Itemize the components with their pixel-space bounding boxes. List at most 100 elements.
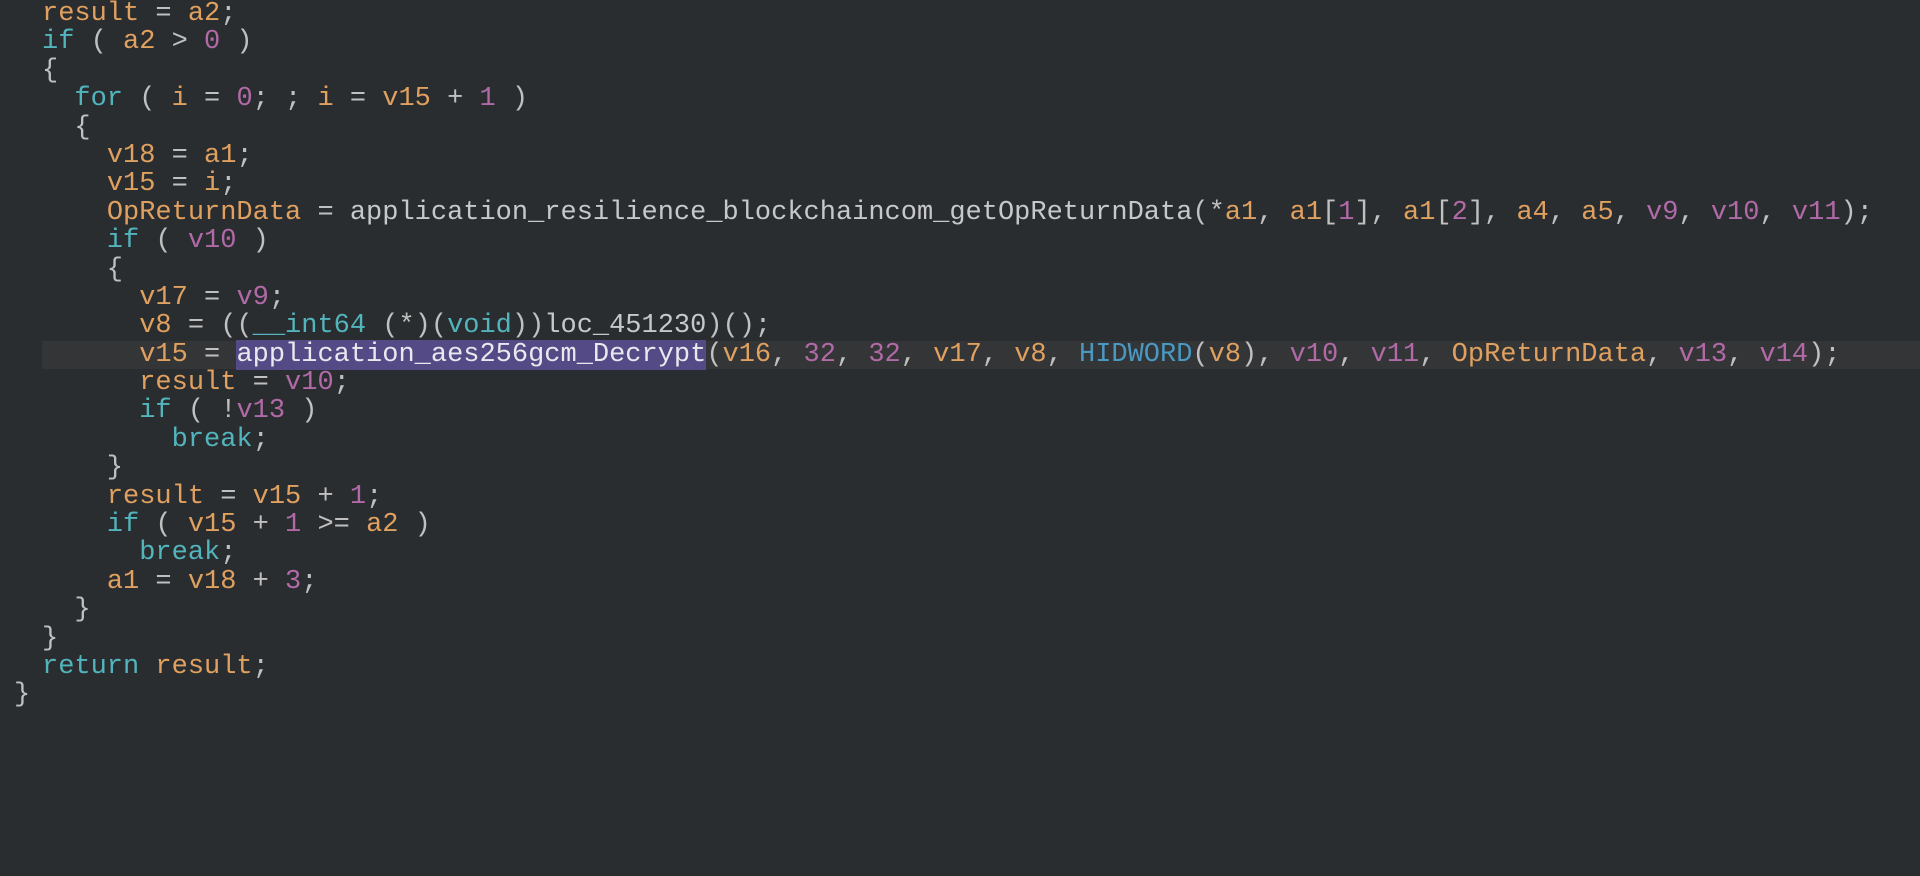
code-token: 1: [1338, 198, 1354, 228]
code-line[interactable]: v8 = ((__int64 (*)(void))loc_451230)();: [42, 312, 1920, 340]
code-token: void: [447, 311, 512, 341]
code-line[interactable]: break;: [42, 539, 1920, 567]
code-token: v9: [1646, 198, 1678, 228]
code-token: 32: [804, 340, 836, 370]
code-token: if: [107, 510, 139, 540]
code-token: }: [14, 680, 30, 710]
code-line[interactable]: OpReturnData = application_resilience_bl…: [42, 199, 1920, 227]
code-line[interactable]: if ( v15 + 1 >= a2 ): [42, 511, 1920, 539]
code-line[interactable]: }: [42, 625, 1920, 653]
code-token: result: [139, 368, 236, 398]
code-line[interactable]: for ( i = 0; ; i = v15 + 1 ): [42, 85, 1920, 113]
code-token: break: [172, 425, 253, 455]
code-token: v14: [1760, 340, 1809, 370]
code-token: +: [236, 567, 285, 597]
code-token: ,: [1419, 340, 1451, 370]
code-token: ,: [836, 340, 868, 370]
code-token: result: [155, 652, 252, 682]
code-token: v13: [236, 396, 285, 426]
code-line[interactable]: result = a2;: [42, 0, 1920, 28]
code-token: ;: [366, 482, 382, 512]
code-token: ): [285, 396, 317, 426]
code-line[interactable]: return result;: [42, 653, 1920, 681]
code-token: {: [42, 56, 58, 86]
code-token: [: [1435, 198, 1451, 228]
code-token: return: [42, 652, 139, 682]
code-line[interactable]: if ( !v13 ): [42, 397, 1920, 425]
code-token: ,: [771, 340, 803, 370]
code-token: v8: [139, 311, 171, 341]
code-line[interactable]: }: [42, 454, 1920, 482]
code-token: v18: [188, 567, 237, 597]
code-token: a5: [1581, 198, 1613, 228]
code-token: [42, 425, 172, 455]
code-token: );: [1808, 340, 1840, 370]
code-token: );: [1841, 198, 1873, 228]
code-token: [: [1322, 198, 1338, 228]
code-token: 0: [236, 84, 252, 114]
code-token: if: [139, 396, 171, 426]
code-token: ,: [1257, 198, 1289, 228]
code-line[interactable]: v18 = a1;: [42, 142, 1920, 170]
code-token: ,: [1760, 198, 1792, 228]
code-line[interactable]: v15 = i;: [42, 170, 1920, 198]
code-token: v15: [188, 510, 237, 540]
code-line[interactable]: v17 = v9;: [42, 284, 1920, 312]
code-token: }: [42, 624, 58, 654]
code-token: ;: [220, 0, 236, 29]
code-token: ,: [1646, 340, 1678, 370]
code-token: )();: [706, 311, 771, 341]
code-token: a2: [366, 510, 398, 540]
code-token: HIDWORD: [1079, 340, 1192, 370]
code-token: v8: [1014, 340, 1046, 370]
code-token: 1: [479, 84, 495, 114]
code-token: loc_451230: [544, 311, 706, 341]
code-token: ;: [253, 425, 269, 455]
code-token: a1: [1403, 198, 1435, 228]
code-token: a2: [188, 0, 220, 29]
code-line[interactable]: break;: [42, 426, 1920, 454]
code-line[interactable]: {: [42, 57, 1920, 85]
code-line[interactable]: result = v15 + 1;: [42, 483, 1920, 511]
code-token: =: [155, 169, 204, 199]
code-line[interactable]: }: [14, 681, 1920, 709]
code-token: i: [204, 169, 220, 199]
code-token: ): [236, 226, 268, 256]
code-token: =: [155, 141, 204, 171]
code-token: v11: [1371, 340, 1420, 370]
code-token: 1: [350, 482, 366, 512]
code-token: [42, 141, 107, 171]
code-token: v8: [1209, 340, 1241, 370]
code-line[interactable]: }: [42, 596, 1920, 624]
code-token: =: [334, 84, 383, 114]
code-token: (: [1192, 340, 1208, 370]
code-token: >: [155, 27, 204, 57]
code-token: [42, 482, 107, 512]
code-token: result: [42, 0, 139, 29]
code-line[interactable]: {: [42, 114, 1920, 142]
code-line[interactable]: a1 = v18 + 3;: [42, 568, 1920, 596]
code-line[interactable]: result = v10;: [42, 369, 1920, 397]
code-line[interactable]: {: [42, 256, 1920, 284]
code-line[interactable]: v15 = application_aes256gcm_Decrypt(v16,…: [42, 341, 1920, 369]
decompiled-code-view[interactable]: result = a2;if ( a2 > 0 ){ for ( i = 0; …: [0, 0, 1920, 710]
code-token: a1: [107, 567, 139, 597]
code-token: [42, 283, 139, 313]
code-token: 0: [204, 27, 220, 57]
code-token: v18: [107, 141, 156, 171]
code-token: {: [42, 113, 91, 143]
code-token: =: [204, 482, 253, 512]
code-token: result: [107, 482, 204, 512]
code-token: ): [496, 84, 528, 114]
code-token: a1: [1290, 198, 1322, 228]
code-line[interactable]: if ( a2 > 0 ): [42, 28, 1920, 56]
code-token: if: [107, 226, 139, 256]
code-line[interactable]: if ( v10 ): [42, 227, 1920, 255]
code-token: v17: [933, 340, 982, 370]
code-token: a4: [1516, 198, 1548, 228]
code-token: }: [42, 453, 123, 483]
code-token: [42, 311, 139, 341]
code-token: ,: [901, 340, 933, 370]
code-token: (: [123, 84, 172, 114]
code-token: ,: [1679, 198, 1711, 228]
